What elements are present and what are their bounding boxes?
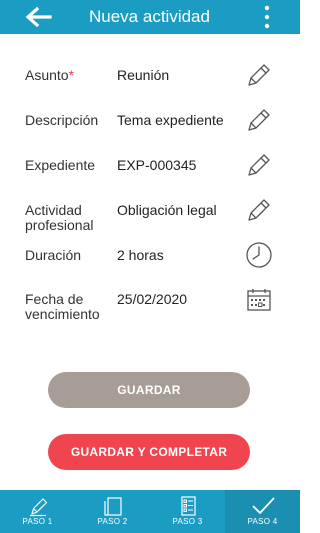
calendar-icon <box>247 289 271 311</box>
fecha-label-line2: vencimiento <box>25 306 100 322</box>
edit-duracion-button[interactable] <box>245 241 273 269</box>
back-button[interactable] <box>24 6 52 28</box>
fecha-label-line1: Fecha de <box>25 291 84 307</box>
duracion-value: 2 horas <box>117 247 164 263</box>
step-3-tab[interactable]: PASO 3 <box>150 490 225 533</box>
step-2-tab[interactable]: PASO 2 <box>75 490 150 533</box>
pencil-icon <box>248 199 270 221</box>
save-and-complete-button[interactable]: GUARDAR Y COMPLETAR <box>48 434 250 470</box>
check-icon <box>252 497 275 514</box>
arrow-left-icon <box>25 6 52 28</box>
pencil-icon <box>248 64 270 86</box>
pencil-icon <box>248 109 270 131</box>
pencil-icon <box>248 154 270 176</box>
document-icon <box>104 497 122 516</box>
more-vertical-icon <box>264 5 270 29</box>
list-document-icon <box>181 496 196 516</box>
clock-icon <box>246 242 272 268</box>
edit-descripcion-button[interactable] <box>245 106 273 134</box>
step-label: PASO 1 <box>22 517 53 526</box>
edit-expediente-button[interactable] <box>245 151 273 179</box>
page-title: Nueva actividad <box>89 7 210 26</box>
app-bar: Nueva actividad <box>0 0 300 34</box>
actividad-label-line2: profesional <box>25 217 94 233</box>
required-mark: * <box>68 67 75 83</box>
edit-fecha-button[interactable] <box>245 286 273 314</box>
expediente-value: EXP-000345 <box>117 157 197 173</box>
descripcion-label: Descripción <box>25 112 99 128</box>
descripcion-value: Tema expediente <box>117 112 224 128</box>
asunto-label-text: Asunto <box>25 67 69 83</box>
asunto-value: Reunión <box>117 67 170 83</box>
fecha-label: Fecha de vencimiento <box>25 292 100 322</box>
save-button[interactable]: GUARDAR <box>48 372 250 408</box>
step-4-tab[interactable]: PASO 4 <box>225 490 300 533</box>
step-label: PASO 4 <box>247 517 278 526</box>
actividad-label: Actividad profesional <box>25 203 94 233</box>
step-label: PASO 3 <box>172 517 203 526</box>
steps-bar: PASO 1 PASO 2 PASO 3 PASO 4 <box>0 490 300 533</box>
fecha-value: 25/02/2020 <box>117 291 188 307</box>
asunto-label: Asunto* <box>25 68 74 83</box>
edit-asunto-button[interactable] <box>245 61 273 89</box>
edit-actividad-button[interactable] <box>245 196 273 224</box>
step-label: PASO 2 <box>97 517 128 526</box>
expediente-label: Expediente <box>25 157 96 173</box>
actividad-label-line1: Actividad <box>25 202 82 218</box>
step-1-tab[interactable]: PASO 1 <box>0 490 75 533</box>
duracion-label: Duración <box>25 247 82 263</box>
pencil-icon <box>30 498 48 517</box>
more-menu-button[interactable] <box>259 5 275 29</box>
actividad-value: Obligación legal <box>117 202 217 218</box>
